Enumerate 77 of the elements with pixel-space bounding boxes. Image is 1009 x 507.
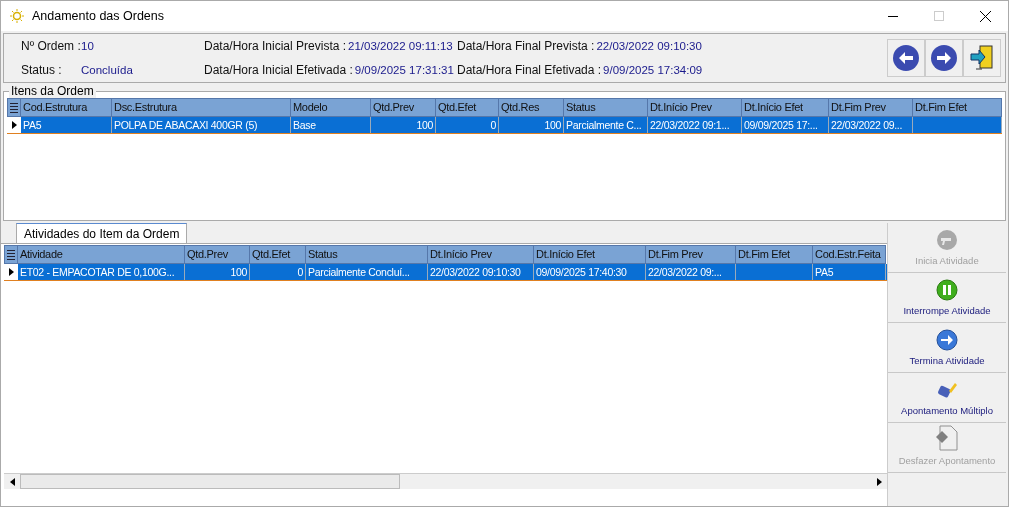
- exit-button[interactable]: [963, 39, 1001, 77]
- field-label: Data/Hora Inicial Efetivada :: [204, 61, 353, 79]
- column-header[interactable]: Qtd.Efet: [436, 98, 499, 117]
- field-label: Data/Hora Final Prevista :: [457, 38, 595, 56]
- field-value: Concluída: [81, 62, 133, 78]
- row-pointer-icon: [8, 268, 14, 276]
- table-cell-text: 22/03/2022 09:...: [648, 265, 722, 280]
- column-header[interactable]: Dt.Fim Efet: [913, 98, 1002, 117]
- table-cell-text: Parcialmente C...: [566, 118, 642, 133]
- table-cell-text: 09/09/2025 17:...: [744, 118, 818, 133]
- field-value: 9/09/2025 17:34:09: [603, 62, 703, 78]
- table-cell-text: 100: [544, 118, 561, 133]
- action-button[interactable]: Apontamento Múltiplo: [888, 373, 1006, 423]
- tab[interactable]: Atividades do Item da Ordem: [16, 223, 188, 243]
- column-header[interactable]: Atividade: [18, 245, 185, 264]
- field-label: Status :: [21, 61, 63, 79]
- field-value: 10: [81, 39, 94, 55]
- table-cell-text: 22/03/2022 09...: [831, 118, 903, 133]
- group-title: Itens da Ordem: [9, 84, 96, 98]
- table-cell-text: 22/03/2022 09:10:30: [430, 265, 521, 280]
- table-cell-text: 0: [297, 265, 303, 280]
- field-value: 9/09/2025 17:31:31: [354, 62, 454, 78]
- exit-door-icon: [969, 44, 995, 72]
- table-cell-text: 0: [490, 118, 496, 133]
- row-pointer-icon: [11, 121, 17, 129]
- arrow-right-icon: [930, 44, 958, 72]
- column-header[interactable]: Qtd.Res: [499, 98, 564, 117]
- table-cell-text: Base: [293, 118, 316, 133]
- column-header[interactable]: Dt.Início Efet: [742, 98, 829, 117]
- column-header[interactable]: Dt.Fim Prev: [646, 245, 736, 264]
- column-header[interactable]: Dt.Início Efet: [534, 245, 646, 264]
- column-header[interactable]: Dt.Fim Prev: [829, 98, 913, 117]
- arrow-right-icon: [936, 328, 958, 351]
- table-cell-text: 100: [230, 265, 247, 280]
- field-label: Data/Hora Final Efetivada :: [457, 61, 602, 79]
- column-header[interactable]: Cod.Estr.Feita: [813, 245, 886, 264]
- column-header[interactable]: Modelo: [291, 98, 371, 117]
- column-header[interactable]: Status: [306, 245, 428, 264]
- table-cell-text: PA5: [815, 265, 834, 280]
- action-button[interactable]: Termina Atividade: [888, 323, 1006, 373]
- sun-icon: [10, 9, 24, 23]
- table-cell-text: ET02 - EMPACOTAR DE 0,100G...: [20, 265, 175, 280]
- column-header[interactable]: Status: [564, 98, 648, 117]
- table-cell-text: PA5: [23, 118, 42, 133]
- column-header[interactable]: Dt.Início Prev: [648, 98, 742, 117]
- grid-menu-icon[interactable]: [4, 245, 18, 264]
- table-cell-text: 09/09/2025 17:40:30: [536, 265, 627, 280]
- drill-icon: [936, 228, 958, 251]
- field-value: 22/03/2022 09:10:30: [596, 39, 702, 55]
- table-cell-text: POLPA DE ABACAXI 400GR (5): [114, 118, 258, 133]
- column-header[interactable]: Cod.Estrutura: [21, 98, 112, 117]
- column-header[interactable]: Dt.Fim Efet: [736, 245, 813, 264]
- field-label: Data/Hora Inicial Prevista :: [204, 38, 347, 56]
- scrollbar-thumb[interactable]: [20, 474, 400, 489]
- column-header[interactable]: Dt.Início Prev: [428, 245, 534, 264]
- table-row[interactable]: ET02 - EMPACOTAR DE 0,100G... 100 0 Parcialmente Concluí... 22/03/2022 09:10:30 09/09/2025 17:40:30 22/03/2022 09:... PA5: [4, 264, 887, 281]
- action-button[interactable]: Interrompe Atividade: [888, 273, 1006, 323]
- table-cell-text: 22/03/2022 09:1...: [650, 118, 730, 133]
- pause-icon: [936, 278, 958, 301]
- document-icon: [935, 424, 959, 451]
- next-button[interactable]: [925, 39, 963, 77]
- arrow-left-icon: [892, 44, 920, 72]
- column-header[interactable]: Qtd.Prev: [371, 98, 436, 117]
- column-header[interactable]: Qtd.Efet: [250, 245, 306, 264]
- table-row[interactable]: PA5 POLPA DE ABACAXI 400GR (5) Base 100 0 100 Parcialmente C... 22/03/2022 09:1... 09/09/2025 17:... 22/03/2022 09...: [7, 117, 1002, 134]
- column-header[interactable]: Dsc.Estrutura: [112, 98, 291, 117]
- column-header[interactable]: Qtd.Prev: [185, 245, 250, 264]
- triangle-left-icon: [9, 477, 15, 486]
- previous-button[interactable]: [887, 39, 925, 77]
- field-label: Nº Ordem :: [21, 38, 79, 56]
- grid-menu-icon[interactable]: [7, 98, 21, 117]
- triangle-right-icon: [876, 477, 882, 486]
- table-cell-text: 100: [416, 118, 433, 133]
- window-title: Andamento das Ordens: [32, 7, 165, 25]
- field-value: 21/03/2022 09:11:13: [348, 39, 453, 55]
- close-icon: [979, 10, 991, 22]
- table-cell-text: Parcialmente Concluí...: [308, 265, 410, 280]
